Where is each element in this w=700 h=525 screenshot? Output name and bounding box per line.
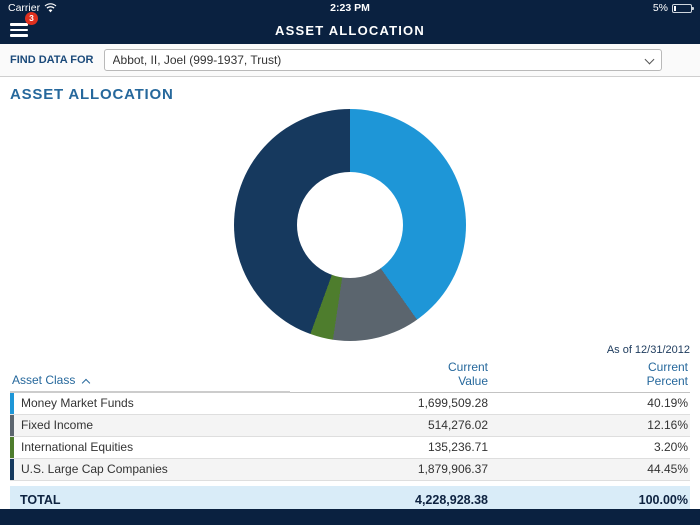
table-header: Asset Class Current Value Current Percen… [10, 360, 690, 393]
cell-current-percent: 40.19% [490, 396, 690, 410]
find-data-bar: FIND DATA FOR Abbot, II, Joel (999-1937,… [0, 44, 700, 77]
total-label: TOTAL [10, 493, 290, 507]
battery-icon [672, 4, 692, 13]
cell-current-value: 1,699,509.28 [290, 396, 490, 410]
table-row[interactable]: Money Market Funds1,699,509.2840.19% [10, 393, 690, 415]
battery-percent: 5% [653, 2, 668, 14]
cell-asset-class: Money Market Funds [14, 396, 290, 410]
chart-area [10, 109, 690, 341]
donut-chart[interactable] [234, 109, 466, 341]
find-data-select[interactable]: Abbot, II, Joel (999-1937, Trust) [104, 49, 662, 71]
cell-current-percent: 12.16% [490, 418, 690, 432]
main-content: ASSET ALLOCATION As of 12/31/2012 Asset … [0, 86, 700, 514]
status-bar: Carrier 2:23 PM 5% [0, 0, 700, 16]
sort-ascending-icon [82, 379, 90, 387]
cell-current-percent: 3.20% [490, 440, 690, 454]
nav-bar: 3 ASSET ALLOCATION [0, 16, 700, 44]
header-current-percent[interactable]: Current Percent [490, 360, 690, 389]
cell-current-value: 135,236.71 [290, 440, 490, 454]
cell-current-value: 514,276.02 [290, 418, 490, 432]
header-asset-class[interactable]: Asset Class [10, 373, 290, 393]
app-screen: Carrier 2:23 PM 5% 3 ASSET ALLOCATION FI… [0, 0, 700, 525]
cell-current-percent: 44.45% [490, 462, 690, 476]
allocation-table: Asset Class Current Value Current Percen… [10, 360, 690, 514]
cell-asset-class: U.S. Large Cap Companies [14, 462, 290, 476]
total-value: 4,228,928.38 [290, 493, 490, 507]
cell-current-value: 1,879,906.37 [290, 462, 490, 476]
cell-asset-class: International Equities [14, 440, 290, 454]
notification-badge: 3 [25, 12, 38, 25]
menu-button[interactable]: 3 [10, 17, 36, 43]
header-current-value[interactable]: Current Value [290, 360, 490, 389]
clock: 2:23 PM [128, 2, 572, 14]
hamburger-icon [10, 23, 28, 26]
table-row[interactable]: U.S. Large Cap Companies1,879,906.3744.4… [10, 459, 690, 481]
section-title: ASSET ALLOCATION [10, 86, 690, 103]
page-title: ASSET ALLOCATION [275, 23, 425, 38]
find-data-label: FIND DATA FOR [10, 54, 94, 66]
donut-hole [297, 172, 403, 278]
cell-asset-class: Fixed Income [14, 418, 290, 432]
table-row[interactable]: Fixed Income514,276.0212.16% [10, 415, 690, 437]
carrier-label: Carrier [8, 2, 40, 14]
total-percent: 100.00% [490, 493, 690, 507]
account-select-wrap: Abbot, II, Joel (999-1937, Trust) [104, 49, 662, 71]
wifi-icon [44, 3, 57, 13]
bottom-bar [0, 509, 700, 525]
table-row[interactable]: International Equities135,236.713.20% [10, 437, 690, 459]
table-body: Money Market Funds1,699,509.2840.19%Fixe… [10, 393, 690, 481]
as-of-date: As of 12/31/2012 [10, 344, 690, 356]
